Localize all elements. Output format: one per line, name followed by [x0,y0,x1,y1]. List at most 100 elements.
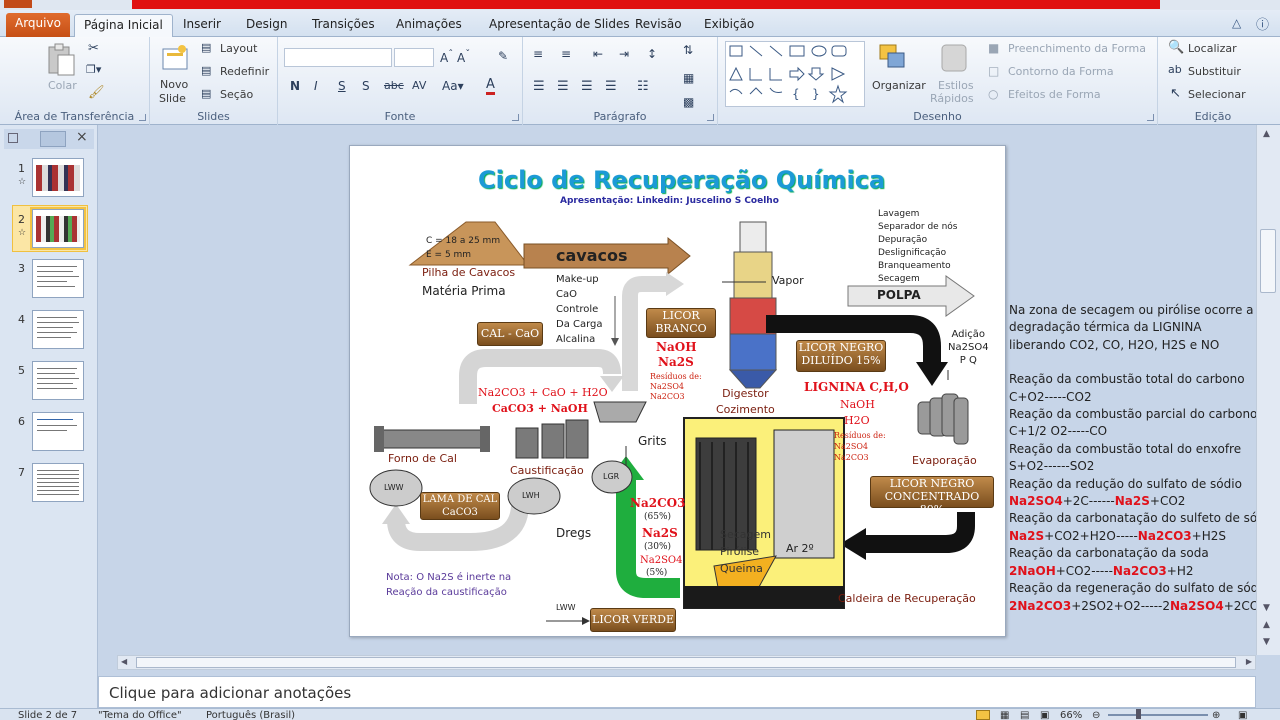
drawing-launcher-icon[interactable] [1147,114,1154,121]
tab-review[interactable]: Revisão [626,14,691,37]
clipboard-launcher-icon[interactable] [139,114,146,121]
copy-icon[interactable]: ❐▾ [86,63,101,76]
shadow-icon[interactable]: S [362,79,370,93]
quick-styles-label-2[interactable]: Rápidos [930,92,974,105]
scroll-left-icon[interactable]: ◀ [121,657,127,666]
char-spacing-icon[interactable]: AV [412,79,426,92]
slide-canvas[interactable]: Ciclo de Recuperação Química Apresentaçã… [349,145,1006,637]
shapes-gallery[interactable]: {} [725,41,865,107]
slide-thumbnail-4[interactable] [32,310,84,349]
language[interactable]: Português (Brasil) [206,710,295,720]
slide-title[interactable]: Ciclo de Recuperação Química [478,166,885,194]
scroll-right-icon[interactable]: ▶ [1246,657,1252,666]
grow-font-icon[interactable]: Aˆ Aˇ [440,49,470,65]
outline-tab-icon[interactable] [40,131,66,147]
layout-icon[interactable]: ▤ [201,41,211,54]
notes-pane[interactable]: Clique para adicionar anotações [98,676,1256,708]
slides-tab-icon[interactable] [8,133,18,143]
sorter-view-icon[interactable]: ▦ [1000,710,1009,720]
tab-view[interactable]: Exibição [695,14,763,37]
find-icon[interactable]: 🔍 [1168,40,1184,55]
hscroll-thumb[interactable] [136,657,1236,668]
new-slide-icon[interactable] [160,43,190,73]
shape-fill-icon[interactable]: ■ [988,41,999,55]
shape-fill-button[interactable]: Preenchimento da Forma [1008,42,1146,55]
normal-view-icon[interactable] [976,710,990,720]
cut-icon[interactable]: ✂ [88,41,99,56]
paste-button[interactable]: Colar [48,79,77,92]
increase-indent-icon[interactable]: ⇥ [619,47,629,61]
notes-placeholder[interactable]: Clique para adicionar anotações [109,684,351,702]
section-button[interactable]: Seção [220,88,253,101]
font-launcher-icon[interactable] [512,114,519,121]
theme-name[interactable]: "Tema do Office" [98,710,182,720]
change-case-icon[interactable]: Aa▾ [442,79,464,93]
replace-button[interactable]: Substituir [1188,65,1241,78]
tab-transitions[interactable]: Transições [303,14,384,37]
shape-outline-button[interactable]: Contorno da Forma [1008,65,1114,78]
tab-slideshow[interactable]: Apresentação de Slides [480,14,639,37]
layout-button[interactable]: Layout [220,42,257,55]
smartart-icon[interactable]: ▩ [683,95,694,109]
align-right-icon[interactable]: ☰ [581,79,593,94]
shape-effects-icon[interactable]: ○ [988,87,998,101]
horizontal-scrollbar[interactable]: ◀ ▶ [117,655,1256,670]
close-panel-icon[interactable]: × [76,129,88,145]
slide-thumbnail-3[interactable] [32,259,84,298]
select-button[interactable]: Selecionar [1188,88,1246,101]
numbering-icon[interactable]: ≡ [561,47,571,61]
minimize-ribbon-icon[interactable]: △ [1232,16,1241,30]
decrease-indent-icon[interactable]: ⇤ [593,47,603,61]
scroll-thumb[interactable] [1260,229,1276,293]
text-direction-icon[interactable]: ⇅ [683,43,693,57]
reset-button[interactable]: Redefinir [220,65,269,78]
align-left-icon[interactable]: ☰ [533,79,545,94]
tab-animations[interactable]: Animações [387,14,471,37]
slide-thumbnail-6[interactable] [32,412,84,451]
paste-icon[interactable] [46,43,76,77]
help-icon[interactable]: ⓘ [1256,14,1269,33]
justify-icon[interactable]: ☰ [605,79,617,94]
slide-thumbnail-5[interactable] [32,361,84,400]
bullets-icon[interactable]: ≡ [533,47,543,61]
line-spacing-icon[interactable]: ↕ [647,47,657,61]
format-painter-icon[interactable]: 🖌 [88,85,105,100]
zoom-slider-thumb[interactable] [1136,709,1141,719]
replace-icon[interactable]: ab [1168,63,1182,76]
new-slide-label[interactable]: Novo [160,78,188,91]
shape-effects-button[interactable]: Efeitos de Forma [1008,88,1101,101]
quick-styles-label[interactable]: Estilos [938,79,974,92]
prev-slide-icon[interactable]: ▲ [1263,620,1270,630]
zoom-out-icon[interactable]: ⊖ [1092,710,1100,720]
quick-styles-icon[interactable] [936,41,972,75]
zoom-level[interactable]: 66% [1060,710,1082,720]
fit-window-icon[interactable]: ▣ [1238,710,1247,720]
slide-thumbnail-1[interactable] [32,158,84,197]
find-button[interactable]: Localizar [1188,42,1237,55]
tab-insert[interactable]: Inserir [174,14,230,37]
strikethrough-icon[interactable]: abc [384,79,404,92]
zoom-in-icon[interactable]: ⊕ [1212,710,1220,720]
align-text-icon[interactable]: ▦ [683,71,694,85]
paragraph-launcher-icon[interactable] [707,114,714,121]
new-slide-label-2[interactable]: Slide [159,92,186,105]
font-color-icon[interactable]: A [486,77,495,95]
zoom-slider[interactable] [1108,714,1208,716]
slideshow-view-icon[interactable]: ▣ [1040,710,1049,720]
scroll-down-icon[interactable]: ▼ [1263,603,1270,613]
clear-format-icon[interactable]: ✎ [498,49,508,63]
arrange-button[interactable]: Organizar [872,79,926,92]
shape-outline-icon[interactable]: □ [988,64,999,78]
section-icon[interactable]: ▤ [201,87,211,100]
columns-icon[interactable]: ☷ [637,79,649,94]
tab-design[interactable]: Design [237,14,296,37]
tab-file[interactable]: Arquivo [6,13,70,37]
slide-thumbnail-7[interactable] [32,463,84,502]
italic-icon[interactable]: I [314,79,318,93]
select-icon[interactable]: ↖ [1170,86,1181,101]
next-slide-icon[interactable]: ▼ [1263,637,1270,647]
arrange-icon[interactable] [874,41,914,77]
slide-thumbnail-2[interactable] [30,207,86,250]
underline-icon[interactable]: S [338,79,346,93]
scroll-up-icon[interactable]: ▲ [1263,129,1270,139]
